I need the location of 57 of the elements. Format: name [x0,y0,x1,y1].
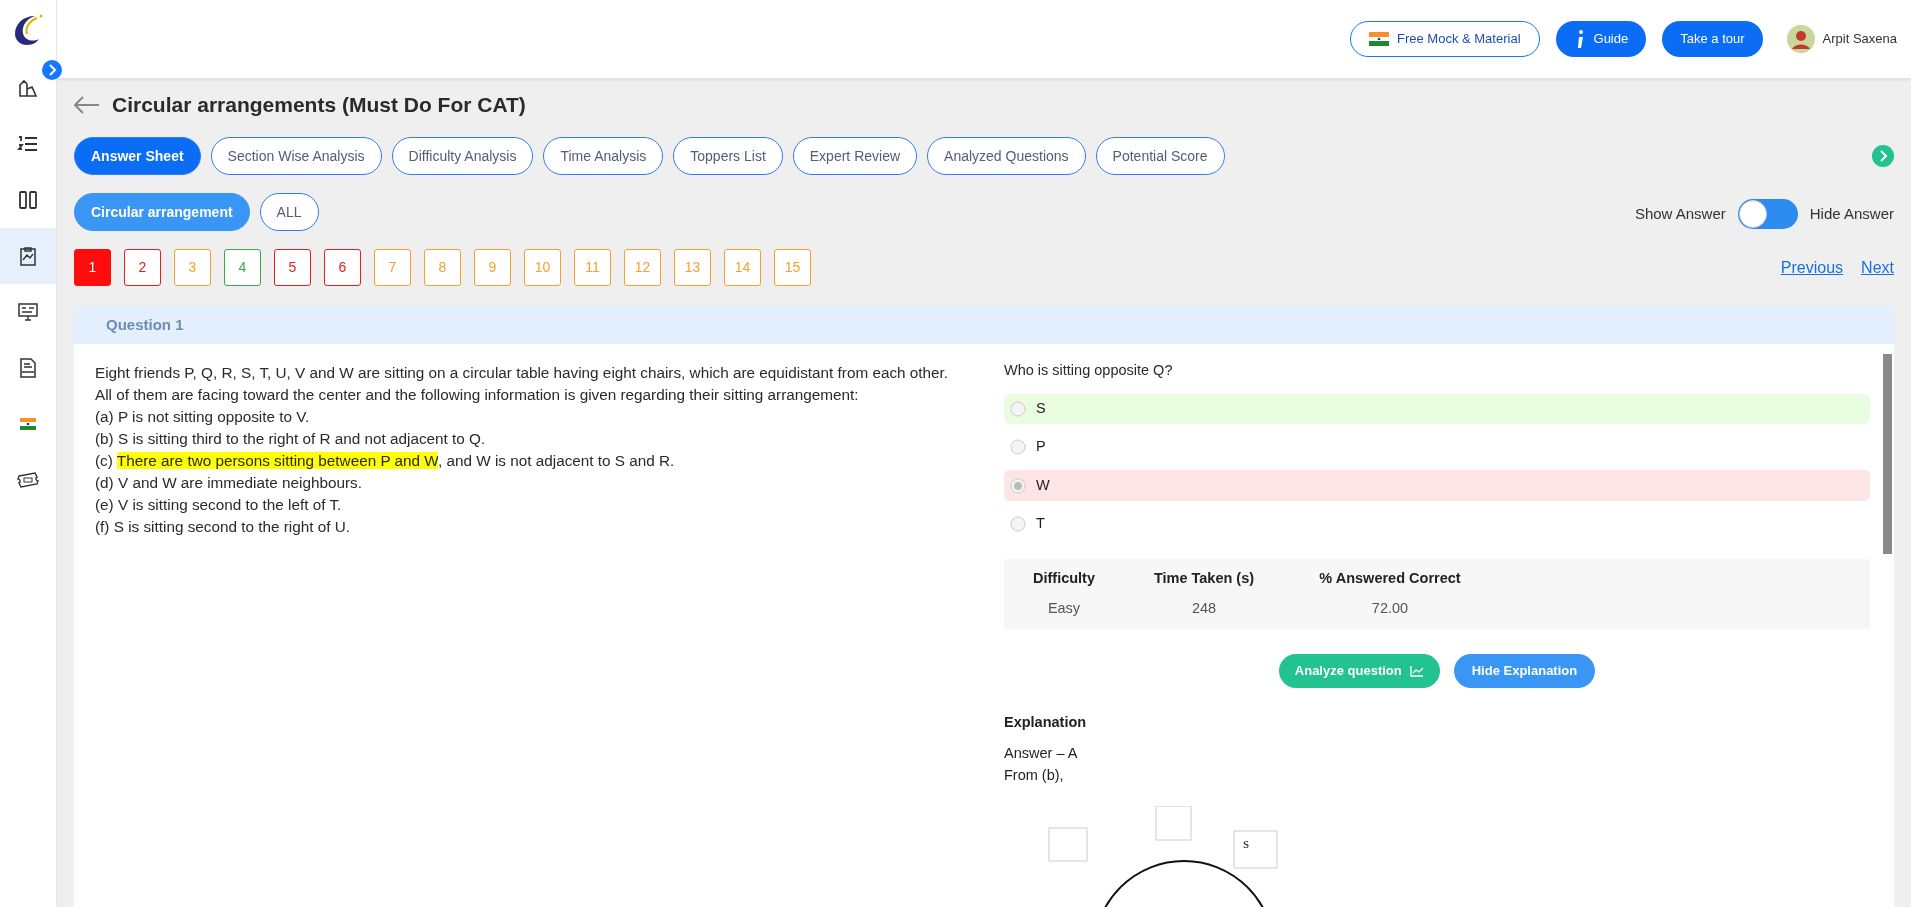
seat-box [1048,827,1088,862]
tab[interactable]: Toppers List [673,137,783,175]
question-number[interactable]: 5 [274,249,311,286]
question-prompt: Who is sitting opposite Q? [1004,361,1174,380]
section-chip[interactable]: ALL [259,193,319,231]
stats-heading: Time Taken (s) [1152,569,1256,589]
question-number[interactable]: 6 [324,249,361,286]
sidebar-item[interactable] [0,228,56,284]
radio-button[interactable] [1010,477,1026,494]
tab[interactable]: Potential Score [1095,137,1225,175]
explanation-text: From (b), [1004,765,1065,785]
flag-icon [1369,32,1389,46]
radio-button[interactable] [1010,516,1026,532]
columns-icon [16,188,40,212]
header-button[interactable]: Guide [1555,21,1647,57]
tab[interactable]: Time Analysis [543,137,664,175]
header-button[interactable]: Free Mock & Material [1350,21,1540,57]
question-text: (c) There are two persons sitting between P and W, and W is not adjacent to S and R. [95,451,676,471]
tab[interactable]: Difficulty Analysis [391,137,534,175]
user-name: Arpit Saxena [1822,30,1897,49]
explanation-heading: Explanation [1004,713,1088,733]
question-number[interactable]: 2 [124,249,161,286]
explanation-text: Answer – A [1004,743,1079,763]
toggle-label: Hide Answer [1809,203,1894,224]
page-title: Circular arrangements (Must Do For CAT) [112,92,526,119]
stats-value: Easy [1046,599,1082,619]
stats-value: 72.00 [1370,599,1410,619]
tab[interactable]: Section Wise Analysis [210,137,382,175]
stats-value: 248 [1190,599,1218,619]
toggle-label: Show Answer [1634,203,1726,224]
radio-button[interactable] [1010,400,1026,417]
section-chip[interactable]: Circular arrangement [74,193,250,231]
radio-button[interactable] [1010,439,1026,456]
answer-option[interactable]: W [1004,470,1870,501]
header-button[interactable]: Take a tour [1662,21,1763,57]
question-heading: Question 1 [106,314,184,335]
monitor-icon [16,300,40,324]
question-number[interactable]: 4 [224,249,261,286]
stats-heading: % Answered Correct [1318,569,1462,589]
tab[interactable]: Analyzed Questions [927,137,1086,175]
scrollbar[interactable] [1883,354,1892,554]
previous-link[interactable]: Previous [1780,255,1844,280]
stats-heading: Difficulty [1032,569,1096,589]
expand-icon[interactable] [42,60,62,80]
avatar-icon[interactable] [1786,25,1815,53]
seat-box [1233,830,1278,869]
answer-option[interactable]: S [1004,393,1870,425]
next-link[interactable]: Next [1861,255,1894,280]
tab[interactable]: Expert Review [792,137,918,175]
seat-label: S [1243,837,1250,850]
answer-toggle[interactable] [1737,199,1798,229]
seat-box [1155,805,1192,841]
question-number[interactable]: 1 [74,249,111,286]
chart-icon [1409,665,1424,678]
back-arrow-icon[interactable] [74,96,100,114]
tab[interactable]: Answer Sheet [74,137,201,175]
hide-explanation-button[interactable]: Hide Explanation [1453,654,1596,689]
